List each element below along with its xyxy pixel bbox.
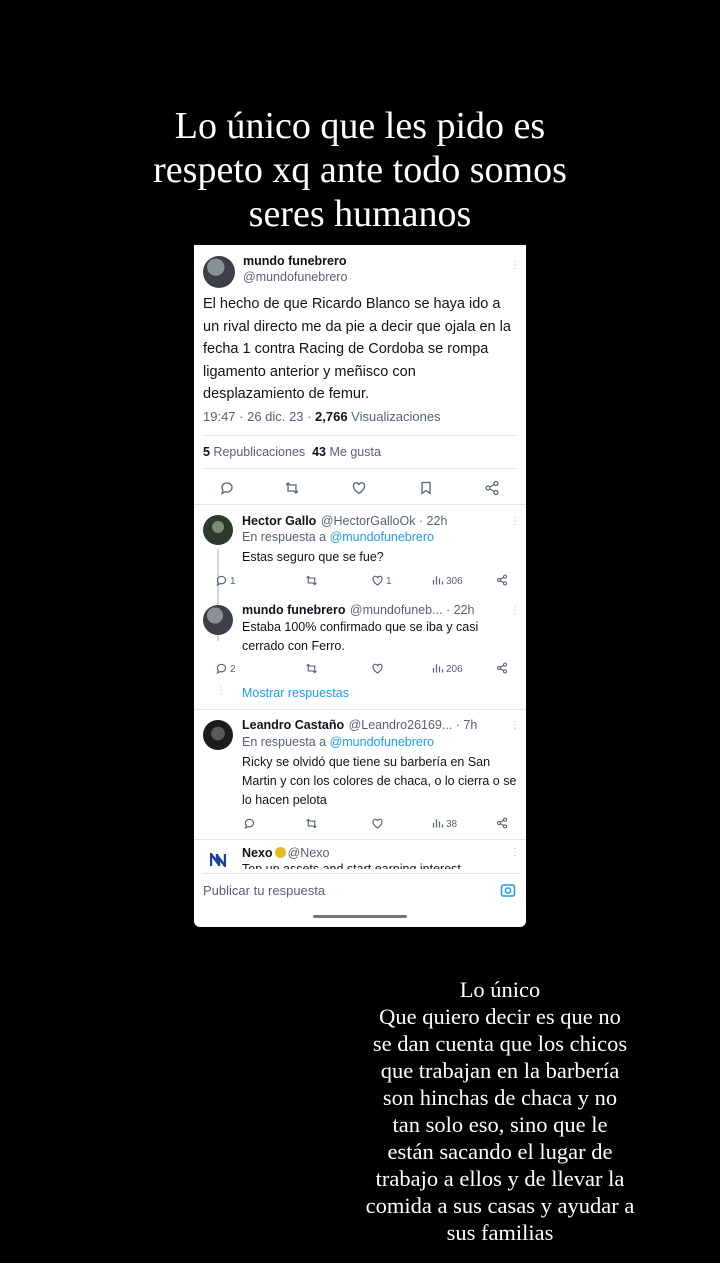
- caption-line: Lo único: [459, 977, 541, 1002]
- reposts-label[interactable]: Republicaciones: [210, 445, 305, 459]
- more-icon[interactable]: ⋮: [510, 848, 520, 858]
- show-replies-link[interactable]: Mostrar respuestas: [242, 686, 349, 700]
- share-icon[interactable]: [496, 662, 508, 674]
- views-count: 206: [446, 664, 463, 675]
- avatar[interactable]: [203, 605, 233, 635]
- views-count: 306: [446, 576, 463, 587]
- avatar[interactable]: [203, 515, 233, 545]
- camera-icon[interactable]: [500, 882, 516, 898]
- caption-line: sus familias: [446, 1220, 554, 1245]
- caption-line: Lo único que les pido es: [174, 105, 546, 147]
- reply-header: mundo funebrero @mundofuneb... · 22h: [242, 601, 475, 619]
- divider: [203, 435, 517, 436]
- like-icon[interactable]: [371, 574, 384, 587]
- avatar[interactable]: [203, 256, 235, 288]
- reply-to-link[interactable]: @mundofunebrero: [330, 530, 434, 544]
- reply-author-handle[interactable]: @Leandro26169... · 7h: [349, 718, 478, 732]
- reply-header: Leandro Castaño @Leandro26169... · 7h: [242, 716, 477, 734]
- reply-icon[interactable]: [215, 662, 228, 675]
- reply-count: 1: [230, 576, 236, 587]
- likes-count[interactable]: 43: [312, 445, 326, 459]
- reply-to-link[interactable]: @mundofunebrero: [330, 735, 434, 749]
- reply-text: Estaba 100% confirmado que se iba y casi…: [242, 620, 479, 653]
- reply-author-name[interactable]: Hector Gallo: [242, 514, 316, 528]
- reply-icon[interactable]: [215, 574, 228, 587]
- caption-line: trabajo a ellos y de llevar la: [375, 1166, 625, 1191]
- home-indicator: [313, 915, 407, 918]
- author-name[interactable]: mundo funebrero: [243, 254, 346, 268]
- tweet-text: El hecho de que Ricardo Blanco se haya i…: [203, 296, 511, 402]
- divider: [203, 468, 517, 469]
- story-caption-bottom: Lo único Que quiero decir es que no se d…: [345, 976, 655, 1246]
- reply-icon[interactable]: [243, 817, 256, 830]
- story-caption-top: Lo único que les pido es respeto xq ante…: [60, 104, 660, 236]
- reposts-count[interactable]: 5: [203, 445, 210, 459]
- caption-line: están sacando el lugar de: [387, 1139, 613, 1164]
- caption-line: tan solo eso, sino que le: [392, 1112, 608, 1137]
- ad-author-handle[interactable]: @Nexo: [288, 846, 330, 860]
- avatar[interactable]: [203, 720, 233, 750]
- share-icon[interactable]: [496, 574, 508, 586]
- share-icon[interactable]: [496, 817, 508, 829]
- bookmark-icon[interactable]: [418, 480, 434, 496]
- tweet-meta: 19:47 · 26 dic. 23 · 2,766 Visualizacion…: [203, 409, 441, 424]
- reply-text: Ricky se olvidó que tiene su barbería en…: [242, 755, 517, 807]
- like-icon[interactable]: [351, 480, 367, 496]
- reply-text: Estas seguro que se fue?: [242, 550, 384, 564]
- more-icon[interactable]: ⋮: [510, 606, 520, 616]
- views-icon[interactable]: [432, 662, 444, 674]
- views-count: 2,766: [315, 409, 348, 424]
- reply-to: En respuesta a @mundofunebrero: [242, 528, 434, 547]
- ad-text: Top up assets and start earning interest: [242, 862, 461, 869]
- caption-line: respeto xq ante todo somos: [153, 149, 567, 191]
- caption-line: seres humanos: [248, 193, 472, 235]
- reply-composer[interactable]: Publicar tu respuesta: [202, 873, 520, 908]
- thread-dots: ⋮: [216, 685, 226, 696]
- more-icon[interactable]: ⋮: [510, 517, 520, 527]
- reply-to: En respuesta a @mundofunebrero: [242, 733, 434, 752]
- caption-line: son hinchas de chaca y no: [382, 1085, 618, 1110]
- more-icon[interactable]: ⋮: [510, 261, 520, 271]
- reply-icon[interactable]: [219, 480, 235, 496]
- views-count: 38: [446, 819, 458, 830]
- like-count: 1: [386, 576, 392, 587]
- divider: [194, 504, 526, 505]
- share-icon[interactable]: [484, 480, 500, 496]
- reply-author-handle[interactable]: @HectorGalloOk · 22h: [321, 514, 448, 528]
- verified-icon: [274, 847, 286, 858]
- caption-line: que trabajan en la barbería: [380, 1058, 620, 1083]
- reply-author-handle[interactable]: @mundofuneb... · 22h: [350, 603, 475, 617]
- views-icon[interactable]: [432, 817, 444, 829]
- views-label: Visualizaciones: [347, 409, 441, 424]
- divider: [194, 839, 526, 840]
- reply-author-name[interactable]: Leandro Castaño: [242, 718, 344, 732]
- like-icon[interactable]: [371, 817, 384, 830]
- reply-input[interactable]: Publicar tu respuesta: [203, 883, 325, 898]
- likes-label[interactable]: Me gusta: [326, 445, 380, 459]
- author-handle[interactable]: @mundofunebrero: [243, 270, 347, 284]
- ad-text-clip: Top up assets and start earning interest: [242, 860, 512, 869]
- caption-line: Que quiero decir es que no: [379, 1004, 621, 1029]
- repost-icon[interactable]: [284, 480, 300, 496]
- repost-icon[interactable]: [305, 574, 318, 587]
- caption-line: comida a sus casas y ayudar a: [365, 1193, 635, 1218]
- divider: [194, 709, 526, 710]
- like-icon[interactable]: [371, 662, 384, 675]
- reply-count: 2: [230, 664, 236, 675]
- more-icon[interactable]: ⋮: [510, 721, 520, 731]
- repost-icon[interactable]: [305, 662, 318, 675]
- tweet-screenshot: mundo funebrero @mundofunebrero ⋮ El hec…: [194, 245, 526, 927]
- repost-icon[interactable]: [305, 817, 318, 830]
- engagement-stats: 5 Republicaciones 43 Me gusta: [203, 445, 381, 459]
- caption-line: se dan cuenta que los chicos: [372, 1031, 628, 1056]
- reply-author-name[interactable]: mundo funebrero: [242, 603, 345, 617]
- reply-to-prefix: En respuesta a: [242, 530, 330, 544]
- reply-to-prefix: En respuesta a: [242, 735, 330, 749]
- views-icon[interactable]: [432, 574, 444, 586]
- ad-author-name[interactable]: Nexo: [242, 846, 273, 860]
- tweet-timestamp: 19:47 · 26 dic. 23 ·: [203, 409, 316, 424]
- nexo-logo-icon[interactable]: [209, 850, 227, 870]
